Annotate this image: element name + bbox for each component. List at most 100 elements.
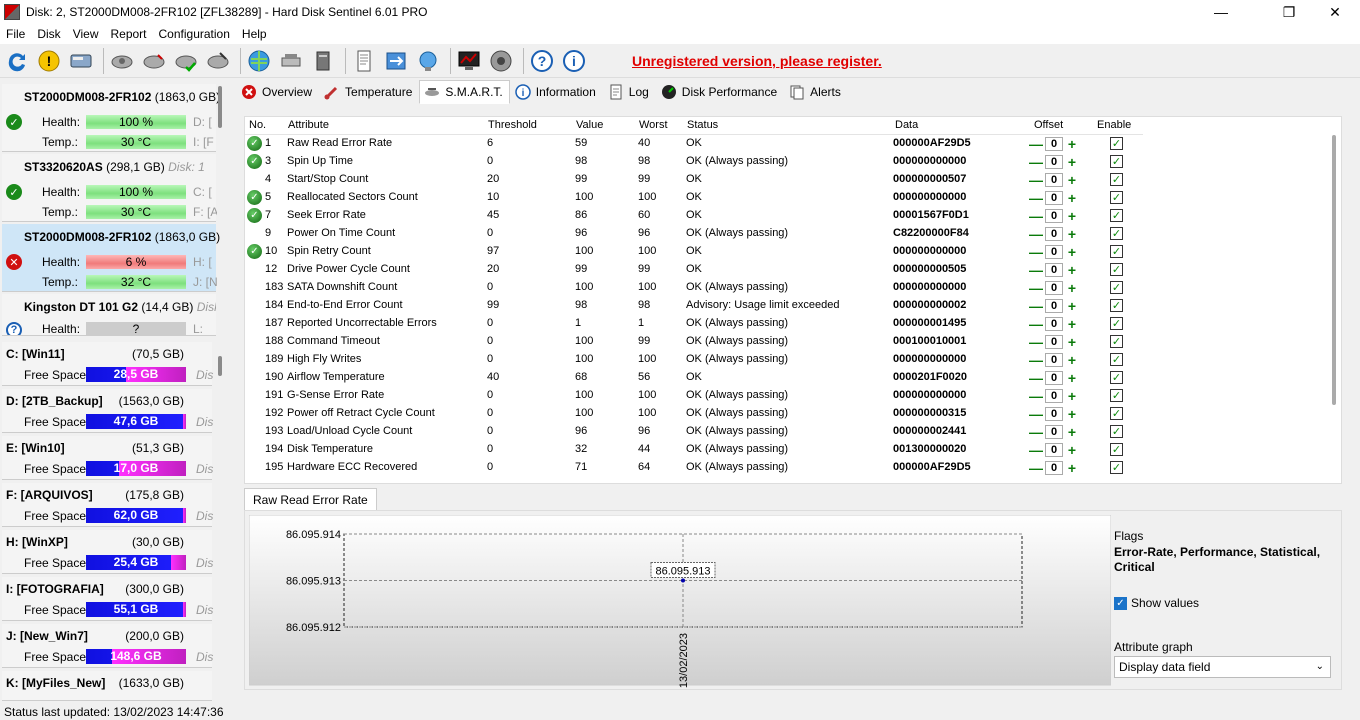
about-button[interactable]: i — [560, 47, 588, 75]
performance-button[interactable] — [455, 47, 483, 75]
attribute-graph-select[interactable]: Display data field ⌄ — [1114, 656, 1331, 678]
col-no[interactable]: No. — [249, 119, 266, 131]
minus-button[interactable]: — — [1029, 208, 1043, 224]
enable-checkbox[interactable]: ✓ — [1110, 461, 1123, 474]
table-row[interactable]: ✓ 5 Reallocated Sectors Count 10 100 100 OK 000… — [245, 189, 1143, 207]
refresh-button[interactable] — [3, 47, 31, 75]
maximize-button[interactable]: ❐ — [1266, 0, 1312, 24]
enable-checkbox[interactable]: ✓ — [1110, 353, 1123, 366]
close-button[interactable]: ✕ — [1312, 0, 1358, 24]
smart-table-scrollbar[interactable] — [1332, 135, 1336, 405]
volume-card[interactable]: F: [ARQUIVOS] (175,8 GB) Free Space 62,0… — [2, 483, 213, 527]
volume-card[interactable]: K: [MyFiles_New] (1633,0 GB) — [2, 671, 212, 701]
web-status-button[interactable] — [414, 47, 442, 75]
plus-button[interactable]: + — [1065, 316, 1079, 332]
minus-button[interactable]: — — [1029, 262, 1043, 278]
plus-button[interactable]: + — [1065, 280, 1079, 296]
menu-file[interactable]: File — [0, 27, 31, 41]
offset-value[interactable]: 0 — [1045, 461, 1063, 475]
minus-button[interactable]: — — [1029, 352, 1043, 368]
sound-button[interactable] — [487, 47, 515, 75]
offset-value[interactable]: 0 — [1045, 227, 1063, 241]
enable-checkbox[interactable]: ✓ — [1110, 245, 1123, 258]
tab-information[interactable]: i Information — [509, 80, 603, 104]
enable-checkbox[interactable]: ✓ — [1110, 389, 1123, 402]
network-button[interactable] — [245, 47, 273, 75]
plus-button[interactable]: + — [1065, 442, 1079, 458]
col-offset[interactable]: Offset — [1034, 119, 1063, 131]
volume-card[interactable]: I: [FOTOGRAFIA] (300,0 GB) Free Space 55… — [2, 577, 213, 621]
plus-button[interactable]: + — [1065, 190, 1079, 206]
volume-card[interactable]: E: [Win10] (51,3 GB) Free Space 17,0 GB … — [2, 436, 213, 480]
show-values-checkbox[interactable]: ✓ Show values — [1114, 596, 1199, 610]
enable-checkbox[interactable]: ✓ — [1110, 407, 1123, 420]
enable-checkbox[interactable]: ✓ — [1110, 281, 1123, 294]
volume-card[interactable]: C: [Win11] (70,5 GB) Free Space 28,5 GB … — [2, 342, 213, 386]
table-row[interactable]: 4 Start/Stop Count 20 99 99 OK 000000000507 — [245, 171, 1143, 189]
enable-checkbox[interactable]: ✓ — [1110, 173, 1123, 186]
volume-card[interactable]: D: [2TB_Backup] (1563,0 GB) Free Space 4… — [2, 389, 213, 433]
repair-button[interactable] — [204, 47, 232, 75]
offset-value[interactable]: 0 — [1045, 155, 1063, 169]
offset-value[interactable]: 0 — [1045, 245, 1063, 259]
test-button[interactable] — [108, 47, 136, 75]
drives-button[interactable] — [277, 47, 305, 75]
table-row[interactable]: 188 Command Timeout 0 100 99 OK (Always passi… — [245, 333, 1143, 351]
plus-button[interactable]: + — [1065, 172, 1079, 188]
minus-button[interactable]: — — [1029, 244, 1043, 260]
tab-log[interactable]: Log — [602, 80, 656, 104]
enable-checkbox[interactable]: ✓ — [1110, 335, 1123, 348]
offset-value[interactable]: 0 — [1045, 191, 1063, 205]
enable-checkbox[interactable]: ✓ — [1110, 137, 1123, 150]
col-worst[interactable]: Worst — [639, 119, 668, 131]
table-row[interactable]: 9 Power On Time Count 0 96 96 OK (Always pass… — [245, 225, 1143, 243]
offset-value[interactable]: 0 — [1045, 443, 1063, 457]
volume-list-scrollbar[interactable] — [218, 356, 222, 376]
disk-card[interactable]: ST3320620AS (298,1 GB) Disk: 1 ✓ Health:… — [2, 154, 217, 222]
table-row[interactable]: ✓ 7 Seek Error Rate 45 86 60 OK 00001567F0D1 — [245, 207, 1143, 225]
offset-value[interactable]: 0 — [1045, 335, 1063, 349]
verify-button[interactable] — [172, 47, 200, 75]
minus-button[interactable]: — — [1029, 334, 1043, 350]
plus-button[interactable]: + — [1065, 208, 1079, 224]
table-row[interactable]: 12 Drive Power Cycle Count 20 99 99 OK 0000000… — [245, 261, 1143, 279]
help-button[interactable]: ? — [528, 47, 556, 75]
disk-list-scrollbar[interactable] — [218, 86, 222, 128]
table-row[interactable]: 194 Disk Temperature 0 32 44 OK (Always passi… — [245, 441, 1143, 459]
table-row[interactable]: ✓ 3 Spin Up Time 0 98 98 OK (Always passing) 00… — [245, 153, 1143, 171]
offset-value[interactable]: 0 — [1045, 407, 1063, 421]
enable-checkbox[interactable]: ✓ — [1110, 317, 1123, 330]
disk-info-button[interactable] — [67, 47, 95, 75]
enable-checkbox[interactable]: ✓ — [1110, 443, 1123, 456]
table-row[interactable]: 183 SATA Downshift Count 0 100 100 OK (Always… — [245, 279, 1143, 297]
minimize-button[interactable]: — — [1198, 0, 1244, 24]
col-enable[interactable]: Enable — [1097, 119, 1131, 131]
plus-button[interactable]: + — [1065, 406, 1079, 422]
plus-button[interactable]: + — [1065, 460, 1079, 476]
minus-button[interactable]: — — [1029, 406, 1043, 422]
enable-checkbox[interactable]: ✓ — [1110, 299, 1123, 312]
enable-checkbox[interactable]: ✓ — [1110, 155, 1123, 168]
menu-view[interactable]: View — [67, 27, 105, 41]
table-row[interactable]: 195 Hardware ECC Recovered 0 71 64 OK (Always… — [245, 459, 1143, 477]
disk-card[interactable]: Kingston DT 101 G2 (14,4 GB) Disk ? Heal… — [2, 294, 216, 336]
plus-button[interactable]: + — [1065, 226, 1079, 242]
offset-value[interactable]: 0 — [1045, 353, 1063, 367]
plus-button[interactable]: + — [1065, 370, 1079, 386]
minus-button[interactable]: — — [1029, 388, 1043, 404]
offset-value[interactable]: 0 — [1045, 425, 1063, 439]
volume-card[interactable]: J: [New_Win7] (200,0 GB) Free Space 148,… — [2, 624, 213, 668]
table-row[interactable]: 190 Airflow Temperature 40 68 56 OK 0000201F00… — [245, 369, 1143, 387]
minus-button[interactable]: — — [1029, 190, 1043, 206]
server-button[interactable] — [309, 47, 337, 75]
col-status[interactable]: Status — [687, 119, 718, 131]
offset-value[interactable]: 0 — [1045, 317, 1063, 331]
offset-value[interactable]: 0 — [1045, 137, 1063, 151]
enable-checkbox[interactable]: ✓ — [1110, 209, 1123, 222]
table-row[interactable]: ✓ 1 Raw Read Error Rate 6 59 40 OK 000000AF29D5 — [245, 135, 1143, 153]
enable-checkbox[interactable]: ✓ — [1110, 371, 1123, 384]
register-link[interactable]: Unregistered version, please register. — [632, 53, 882, 69]
plus-button[interactable]: + — [1065, 334, 1079, 350]
minus-button[interactable]: — — [1029, 226, 1043, 242]
disk-card[interactable]: ST2000DM008-2FR102 (1863,0 GB) ✓ Health:… — [2, 84, 220, 152]
